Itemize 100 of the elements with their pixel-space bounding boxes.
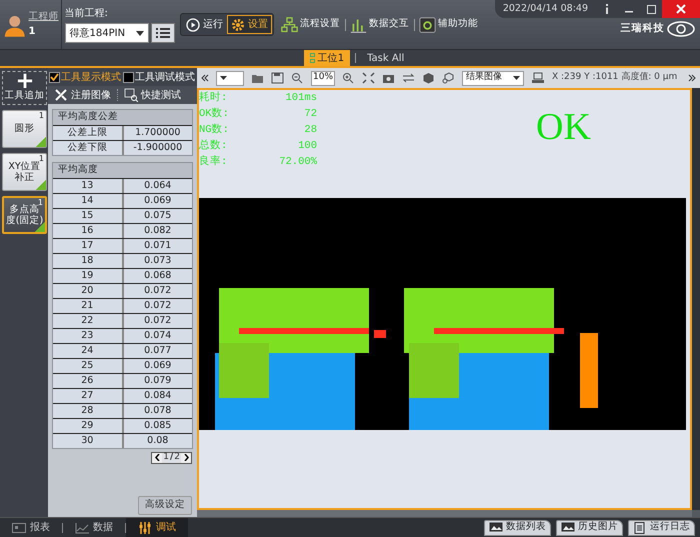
stat-label: 总数: (199, 138, 228, 154)
camera-button[interactable] (382, 72, 395, 84)
tool-button[interactable]: 1 XY位置补正 (2, 153, 47, 191)
table-cell: 0.077 (122, 344, 192, 358)
check-icon (50, 73, 59, 81)
action-button[interactable]: 注册图像 (48, 88, 117, 102)
caret-down-icon (220, 76, 227, 80)
page-separator: / (170, 450, 174, 464)
table-cell: 0.073 (122, 254, 192, 268)
double-left-icon (201, 74, 209, 82)
caret-down-icon (513, 76, 520, 80)
project-list-button[interactable] (151, 23, 175, 44)
bottom-tab[interactable]: 调试 (126, 518, 188, 537)
table-cell: 0.068 (122, 269, 192, 283)
picture-icon (561, 522, 575, 534)
fit-screen-icon (362, 72, 375, 84)
folder-icon (251, 72, 264, 84)
table-title: 平均高度 (53, 163, 192, 178)
mode-tab[interactable]: 设置 (227, 15, 272, 34)
advanced-settings-button[interactable]: 高级设定 (138, 496, 192, 514)
chevron-right-icon (184, 454, 188, 461)
save-button[interactable] (271, 72, 284, 84)
table-cell: 0.072 (122, 284, 192, 298)
table-cell-text: 17 (80, 239, 94, 253)
mode-checkbox[interactable]: 工具显示模式 (48, 70, 122, 84)
panel-button[interactable]: 数据列表 (484, 520, 551, 536)
station-tab[interactable]: Task All (361, 50, 410, 66)
stat-label: 良率: (199, 154, 228, 170)
eye-logo-icon (667, 20, 695, 36)
mode-checkbox[interactable]: 工具调试模式 (122, 70, 196, 84)
stat-value: 101ms (285, 91, 317, 106)
table-cell-text: 公差上限 (66, 126, 108, 140)
swap-arrows-button[interactable] (402, 72, 415, 84)
stat-label: 耗时: (199, 90, 228, 106)
bar-chart-icon (350, 16, 367, 32)
folder-button[interactable] (251, 72, 264, 84)
table-cell-text: 16 (80, 224, 94, 238)
table-cell: 0.069 (122, 359, 192, 373)
table-cell-text: 24 (80, 344, 94, 358)
maximize-icon (646, 4, 656, 14)
checkbox[interactable] (123, 72, 134, 82)
double-right-icon (688, 74, 696, 82)
table-cell: 0.079 (122, 374, 192, 388)
prev-page-button[interactable] (152, 452, 162, 462)
horizontal-scrollbar[interactable] (197, 510, 692, 517)
table-cell: -1.900000 (122, 141, 192, 155)
tool-button[interactable]: 1 圆形 (2, 110, 47, 148)
user-id: 1 (28, 25, 36, 40)
table-cell: 1.700000 (122, 126, 192, 140)
next-page-button[interactable] (181, 452, 191, 462)
user-role-link[interactable]: 工程师 (28, 10, 58, 24)
document-icon (633, 522, 647, 534)
play-icon (186, 18, 200, 32)
cube-button[interactable] (422, 72, 435, 84)
cube-icon (422, 72, 435, 84)
menu-button[interactable]: 辅助功能 (417, 16, 480, 32)
screen-icon (12, 522, 26, 534)
action-button[interactable]: 快捷测试 (118, 88, 187, 102)
chevron-left-icon (154, 454, 160, 461)
vertical-scrollbar[interactable] (692, 88, 700, 510)
table-cell-text: 19 (80, 269, 94, 283)
close-button[interactable] (662, 0, 700, 18)
table-cell-text: 23 (80, 329, 94, 343)
stat-label: OK数: (199, 106, 229, 122)
logo-text: 三瑞科技 (620, 22, 664, 36)
image-search-icon (124, 88, 138, 102)
fit-screen-button[interactable] (362, 72, 375, 84)
page-current: 1 (162, 450, 170, 464)
station-icon (310, 53, 315, 63)
table-cell-text: 15 (80, 209, 94, 223)
sliders-icon (138, 522, 152, 534)
zoom-out-button[interactable] (291, 72, 304, 84)
project-select[interactable]: 得意184PIN (64, 23, 148, 44)
save-icon (271, 72, 284, 84)
stat-value: 72 (304, 107, 317, 122)
panel-button[interactable]: 历史图片 (556, 520, 623, 536)
mode-tab[interactable]: 运行 (182, 15, 227, 34)
table-cell: 0.08 (122, 434, 192, 448)
add-tool-button[interactable]: 工具追加 (2, 71, 47, 105)
table-title: 平均高度公差 (53, 110, 192, 125)
flowchart-icon (281, 16, 298, 32)
dropdown-field[interactable] (216, 70, 244, 86)
bottom-tab[interactable]: 报表 (0, 518, 62, 537)
table-cell: 0.075 (122, 209, 192, 223)
close-icon (676, 4, 686, 14)
table-cell: 0.069 (122, 194, 192, 208)
zoom-field[interactable]: 10% (311, 70, 335, 86)
camera-icon (382, 72, 395, 84)
page-total: 2 (174, 450, 181, 464)
bottom-tab[interactable]: 数据 (63, 518, 125, 537)
table-cell: 0.078 (122, 404, 192, 418)
zoom-in-button[interactable] (342, 72, 355, 84)
table-cell-text: 29 (80, 419, 94, 433)
checkbox[interactable] (49, 72, 60, 82)
menu-button[interactable]: 流程设置 (279, 16, 342, 32)
image-select[interactable]: 结果图像 (462, 70, 524, 86)
menu-button[interactable]: 数据交互 (348, 16, 411, 32)
panel-button[interactable]: 运行日志 (628, 520, 695, 536)
table-cell-text: 13 (80, 179, 94, 193)
station-tab[interactable]: 工位1 (304, 50, 350, 66)
